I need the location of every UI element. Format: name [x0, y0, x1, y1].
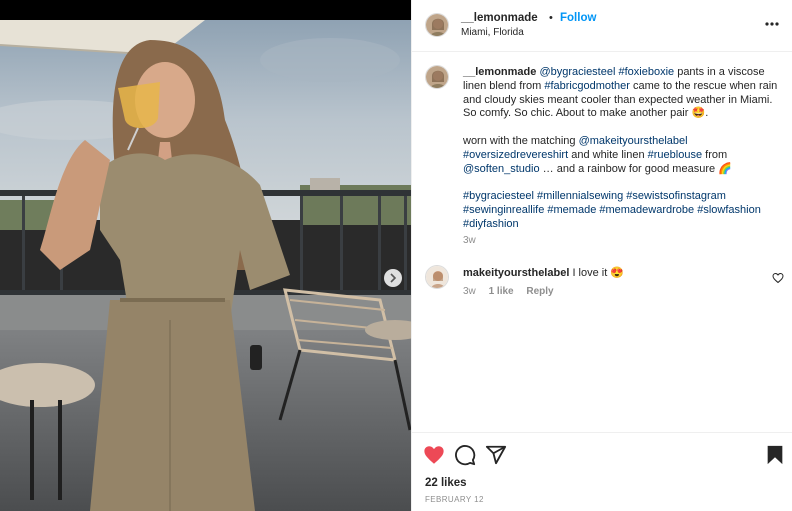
- hashtag-link[interactable]: #memadewardrobe: [599, 204, 694, 216]
- commenter-avatar[interactable]: [425, 265, 449, 289]
- location-link[interactable]: Miami, Florida: [461, 27, 524, 38]
- hashtag-link[interactable]: #rueblouse: [648, 149, 702, 161]
- next-photo-button[interactable]: [384, 269, 402, 287]
- likes-count[interactable]: 22 likes: [425, 477, 467, 489]
- caption-text: … and a rainbow for good measure: [539, 162, 719, 175]
- post-details-panel: __lemonmade • Follow Miami, Florida __le…: [411, 0, 792, 511]
- hashtag-link[interactable]: #sewinginreallife: [463, 204, 544, 216]
- caption-text: 🤩: [691, 107, 706, 120]
- caption-paragraph-2: worn with the matching @makeityoursthela…: [463, 135, 778, 176]
- separator-dot: •: [549, 12, 553, 24]
- caption-username[interactable]: __lemonmade: [463, 66, 536, 78]
- caption-paragraph-1: __lemonmade @bygraciesteel #foxieboxie p…: [463, 66, 778, 121]
- caption-text: and white linen: [568, 148, 648, 161]
- caption-paragraph-3: #bygraciesteel #millennialsewing #sewist…: [463, 190, 778, 231]
- hashtag-link[interactable]: #memade: [547, 204, 596, 216]
- comment-icon[interactable]: [454, 444, 476, 466]
- comments-section: __lemonmade @bygraciesteel #foxieboxie p…: [412, 52, 792, 432]
- caption-timestamp[interactable]: 3w: [463, 235, 476, 246]
- hashtag-link[interactable]: #diyfashion: [463, 218, 519, 230]
- comment-likes[interactable]: 1 like: [489, 286, 514, 297]
- chevron-right-icon: [390, 273, 397, 283]
- heart-filled-icon[interactable]: [423, 444, 445, 466]
- post-actions: 22 likes February 12: [412, 432, 792, 511]
- post-photo[interactable]: [0, 0, 411, 511]
- author-avatar[interactable]: [425, 13, 449, 37]
- caption-text: 🌈: [718, 162, 732, 175]
- comment-meta: 3w 1 like Reply: [463, 286, 564, 297]
- hashtag-link[interactable]: #millennialsewing: [537, 190, 623, 202]
- comment-emoji: 😍: [610, 267, 625, 279]
- post-date[interactable]: February 12: [425, 495, 484, 504]
- hashtag-link[interactable]: #foxieboxie: [618, 66, 674, 78]
- mention-link[interactable]: @bygraciesteel: [539, 66, 615, 78]
- comment-text: I love it: [572, 267, 608, 279]
- hashtag-link[interactable]: #oversizedrevereshirt: [463, 149, 568, 161]
- comment-reply-button[interactable]: Reply: [526, 286, 553, 297]
- follow-button[interactable]: Follow: [560, 12, 596, 24]
- post-image: [0, 0, 411, 511]
- post-header: __lemonmade • Follow Miami, Florida: [412, 0, 792, 52]
- comment-body: makeityoursthelabel I love it 😍: [463, 266, 624, 279]
- heart-outline-icon[interactable]: [772, 272, 784, 284]
- hashtag-link[interactable]: #bygraciesteel: [463, 190, 534, 202]
- author-username[interactable]: __lemonmade: [461, 12, 538, 24]
- bookmark-icon[interactable]: [764, 444, 786, 466]
- mention-link[interactable]: @soften_studio: [463, 163, 540, 175]
- post-caption: __lemonmade @bygraciesteel #foxieboxie p…: [463, 66, 778, 232]
- more-options-button[interactable]: [762, 16, 782, 32]
- mention-link[interactable]: @makeityoursthelabel: [579, 135, 688, 147]
- caption-author-avatar[interactable]: [425, 65, 449, 89]
- caption-text: from: [702, 148, 728, 161]
- caption-text: .: [705, 107, 709, 120]
- share-icon[interactable]: [485, 444, 507, 466]
- comment-timestamp[interactable]: 3w: [463, 286, 476, 297]
- hashtag-link[interactable]: #sewistsofinstagram: [626, 190, 726, 202]
- hashtag-link[interactable]: #fabricgodmother: [544, 80, 630, 92]
- caption-text: worn with the matching: [463, 134, 579, 147]
- more-horizontal-icon: [765, 22, 779, 26]
- commenter-username[interactable]: makeityoursthelabel: [463, 267, 569, 279]
- hashtag-link[interactable]: #slowfashion: [697, 204, 761, 216]
